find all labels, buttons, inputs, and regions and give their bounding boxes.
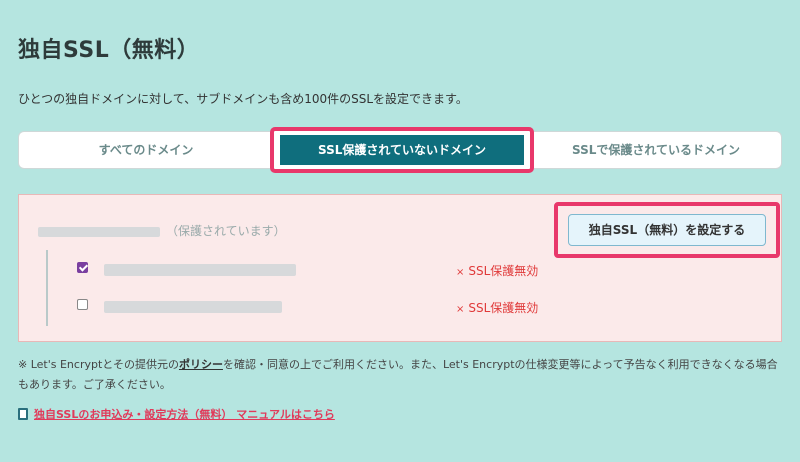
page-description: ひとつの独自ドメインに対して、サブドメインも含め100件のSSLを設定できます。 bbox=[18, 92, 468, 106]
subdomain-ssl-status-1: × SSL保護無効 bbox=[456, 262, 538, 279]
tab-unprotected-domains[interactable]: SSL保護されていないドメイン bbox=[280, 135, 524, 165]
lets-encrypt-notice: ※ Let's Encryptとその提供元のポリシーを確認・同意の上でご利用くだ… bbox=[18, 355, 788, 395]
tab-ssl-protected-domains[interactable]: SSLで保護されているドメイン bbox=[531, 132, 781, 168]
subdomain-name-redacted-2 bbox=[104, 301, 282, 313]
tab-all-domains[interactable]: すべてのドメイン bbox=[19, 132, 273, 168]
error-x-icon: × bbox=[456, 267, 465, 278]
page-title: 独自SSL（無料） bbox=[18, 38, 200, 63]
domain-row: （保護されています） bbox=[38, 222, 286, 239]
manual-link-label: 独自SSLのお申込み・設定方法（無料） マニュアルはこちら bbox=[34, 408, 335, 421]
subdomain-status-text-1: SSL保護無効 bbox=[468, 264, 539, 278]
manual-link[interactable]: 独自SSLのお申込み・設定方法（無料） マニュアルはこちら bbox=[18, 406, 335, 422]
policy-link[interactable]: ポリシー bbox=[179, 358, 223, 371]
subdomain-status-text-2: SSL保護無効 bbox=[468, 301, 539, 315]
subdomain-name-redacted-1 bbox=[104, 264, 296, 276]
domain-status-label: （保護されています） bbox=[166, 224, 286, 238]
subdomain-checkbox-2[interactable] bbox=[77, 299, 88, 310]
tree-connector-line bbox=[46, 250, 48, 326]
set-ssl-button[interactable]: 独自SSL（無料）を設定する bbox=[568, 214, 766, 246]
domain-name-redacted bbox=[38, 226, 160, 237]
book-icon bbox=[18, 408, 28, 420]
subdomain-checkbox-1[interactable] bbox=[77, 262, 88, 273]
subdomain-ssl-status-2: × SSL保護無効 bbox=[456, 299, 538, 316]
highlight-frame-active-tab: SSL保護されていないドメイン bbox=[270, 127, 534, 173]
highlight-frame-set-ssl: 独自SSL（無料）を設定する bbox=[554, 202, 780, 258]
notice-prefix: ※ Let's Encryptとその提供元の bbox=[18, 358, 179, 371]
error-x-icon: × bbox=[456, 304, 465, 315]
